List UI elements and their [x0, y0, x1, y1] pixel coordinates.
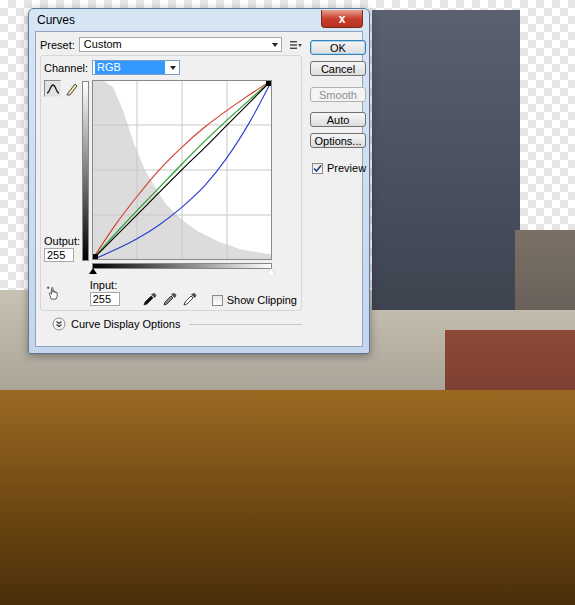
show-clipping-label: Show Clipping	[227, 294, 297, 306]
button-column: OK Cancel Smooth Auto Options... Preview	[310, 37, 366, 342]
dialog-button[interactable]: Cancel	[310, 61, 366, 76]
dialog-button: Smooth	[310, 87, 366, 102]
curve-line[interactable]	[92, 80, 272, 260]
show-clipping-checkbox[interactable]: Show Clipping	[212, 294, 297, 306]
curve-tool-icon	[46, 82, 60, 96]
curve-line[interactable]	[92, 80, 272, 260]
preview-label: Preview	[327, 162, 366, 174]
separator	[189, 324, 302, 325]
input-gradient-row	[44, 263, 297, 277]
input-gradient	[92, 263, 272, 269]
preset-row: Preset: Custom	[40, 37, 302, 52]
dialog-button[interactable]: Auto	[310, 112, 366, 127]
preset-menu-icon[interactable]	[290, 40, 302, 50]
curves-panel: Preset:CustomChannel:RGBOutput:255Input:…	[40, 37, 302, 342]
pencil-icon	[65, 82, 79, 96]
eyedropper-icon[interactable]	[162, 291, 178, 307]
input-row: Input:255 Show Clipping	[44, 279, 297, 306]
window-title: Curves	[35, 13, 75, 27]
preset-label: Preset:	[40, 39, 75, 51]
curves-dialog: CurvesxPreset:CustomChannel:RGBOutput:25…	[28, 8, 370, 354]
eyedroppers	[142, 291, 198, 307]
input-field: Input:255	[90, 279, 120, 306]
output-field: Output:255	[44, 235, 82, 262]
dialog-button[interactable]: Options...	[310, 133, 366, 148]
dialog-body: Preset:CustomChannel:RGBOutput:255Input:…	[35, 31, 363, 347]
targeted-adjustment-icon[interactable]	[46, 284, 62, 302]
channel-group: Channel:RGBOutput:255Input:255Show Clipp…	[40, 55, 302, 311]
tool-button[interactable]	[63, 80, 80, 97]
checkbox-box	[212, 295, 223, 306]
curve-line[interactable]	[92, 80, 272, 260]
check-icon	[313, 164, 322, 173]
white-point-slider[interactable]	[267, 268, 275, 274]
checkbox-box	[312, 163, 323, 174]
dialog-button[interactable]: OK	[310, 40, 366, 55]
preview-checkbox[interactable]: Preview	[310, 162, 366, 174]
curve-line[interactable]	[92, 80, 272, 260]
channel-value: RGB	[95, 61, 165, 74]
output-gradient	[82, 81, 89, 261]
output-label: Output:	[44, 235, 82, 247]
channel-row: Channel: RGB	[44, 60, 297, 75]
output-input[interactable]: 255	[44, 248, 74, 262]
dropdown-arrow-icon	[272, 43, 278, 47]
dropdown-arrow-icon	[170, 66, 176, 70]
display-options-label[interactable]: Curve Display Options	[71, 318, 180, 330]
eyedropper-icon[interactable]	[182, 291, 198, 307]
close-button[interactable]: x	[321, 10, 363, 28]
tool-buttons	[44, 80, 82, 97]
histogram	[92, 80, 272, 260]
curve-graph[interactable]	[92, 80, 272, 260]
black-point-slider[interactable]	[89, 268, 97, 274]
preset-value: Custom	[82, 38, 124, 51]
display-options-row: Curve Display Options	[40, 317, 302, 331]
title-bar: Curves x	[35, 9, 363, 31]
preset-select[interactable]: Custom	[79, 37, 282, 52]
input-input[interactable]: 255	[90, 292, 120, 306]
graph-side: Output:255	[44, 80, 82, 262]
channel-label: Channel:	[44, 62, 88, 74]
tool-button[interactable]	[44, 80, 61, 97]
photo-canvas: CurvesxPreset:CustomChannel:RGBOutput:25…	[0, 0, 575, 605]
graph-row: Output:255	[44, 80, 297, 262]
input-label: Input:	[90, 279, 120, 291]
eyedropper-icon[interactable]	[142, 291, 158, 307]
channel-select[interactable]: RGB	[92, 60, 180, 75]
expand-chevron-icon[interactable]	[52, 317, 66, 331]
